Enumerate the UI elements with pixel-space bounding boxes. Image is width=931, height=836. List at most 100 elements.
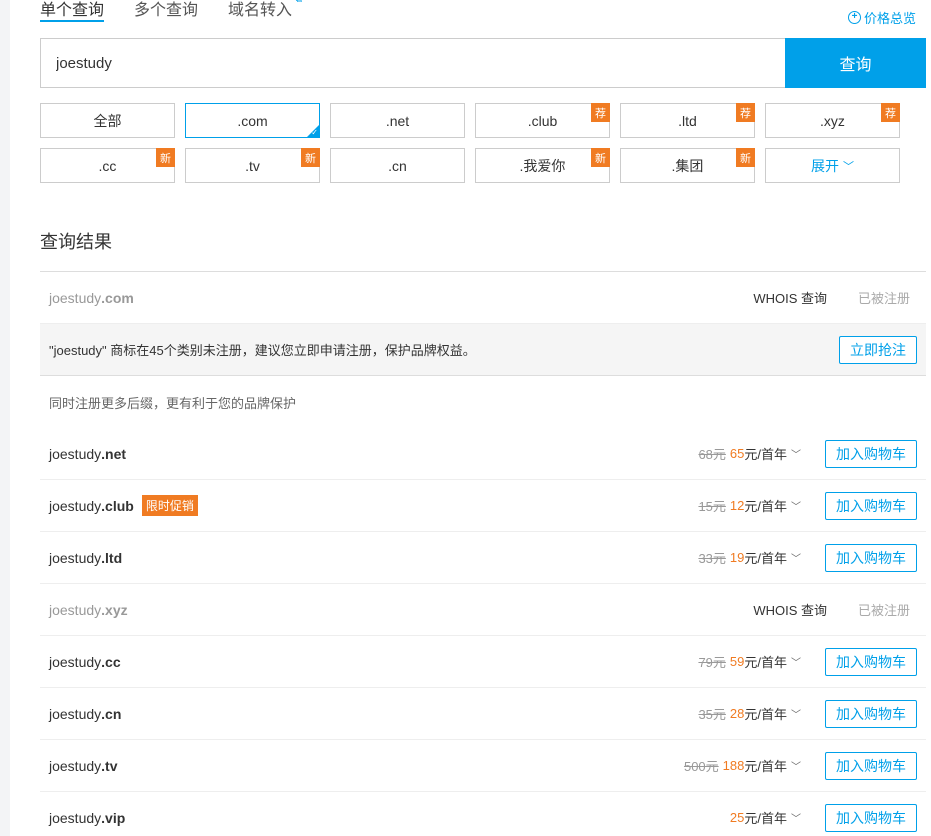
row-actions: 35元 28 元/首年 ﹀ 加入购物车 bbox=[698, 699, 917, 728]
suffix-option-com[interactable]: .com ✓ bbox=[185, 103, 320, 138]
suffix-option-all[interactable]: 全部 bbox=[40, 103, 175, 138]
domain-name: joestudy.net bbox=[49, 446, 126, 462]
whois-link[interactable]: WHOIS 查询 bbox=[753, 600, 827, 619]
suffix-option-expand[interactable]: 展开 ﹀ bbox=[765, 148, 900, 183]
domain-result-row: joestudy.tv 500元 188 元/首年 ﹀ 加入购物车 bbox=[40, 740, 926, 792]
domain-result-row: joestudy.club 限时促销 15元 12 元/首年 ﹀ 加入购物车 bbox=[40, 480, 926, 532]
chevron-down-icon: ﹀ bbox=[791, 502, 801, 513]
chevron-down-icon: ﹀ bbox=[791, 814, 801, 825]
domain-suffix: .ltd bbox=[101, 549, 123, 566]
search-bar: 查询 bbox=[40, 38, 926, 88]
status-registered: 已被注册 bbox=[857, 291, 910, 306]
suffix-option-cn[interactable]: .cn bbox=[330, 148, 465, 183]
add-to-cart-button[interactable]: 加入购物车 bbox=[825, 439, 917, 468]
tab-single-query[interactable]: 单个查询 bbox=[40, 0, 105, 22]
domain-result-row: joestudy.vip 25 元/首年 ﹀ 加入购物车 bbox=[40, 792, 926, 836]
suffix-option-集团[interactable]: .集团 新 bbox=[620, 148, 755, 183]
domain-search-input[interactable] bbox=[40, 38, 785, 88]
add-to-cart-button[interactable]: 加入购物车 bbox=[825, 803, 917, 832]
tab-domain-transfer[interactable]: 域名转入⧉ bbox=[228, 0, 302, 22]
suffix-option-club[interactable]: .club 荐 bbox=[475, 103, 610, 138]
price-selector[interactable]: 500元 188 元/首年 ﹀ bbox=[684, 756, 801, 775]
domain-name: joestudy.ltd bbox=[49, 550, 122, 566]
suffix-badge: 新 bbox=[156, 148, 175, 167]
domain-name: joestudy.com bbox=[49, 290, 134, 306]
suffix-filter-grid: 全部 .com ✓ .net .club 荐 .ltd 荐 .xyz 荐 .cc 新 .tv 新 .cn.… bbox=[40, 103, 910, 193]
original-price: 68元 bbox=[698, 447, 726, 462]
left-sidebar-strip bbox=[0, 0, 10, 836]
add-to-cart-button[interactable]: 加入购物车 bbox=[825, 491, 917, 520]
primary-result-row: joestudy.com WHOIS 查询 已被注册 bbox=[40, 272, 926, 324]
register-trademark-button[interactable]: 立即抢注 bbox=[839, 335, 917, 364]
price-selector[interactable]: 25 元/首年 ﹀ bbox=[730, 808, 801, 827]
domain-result-row: joestudy.net 68元 65 元/首年 ﹀ 加入购物车 bbox=[40, 428, 926, 480]
domain-base: joestudy bbox=[49, 497, 102, 514]
domain-suffix: .cc bbox=[101, 653, 121, 670]
promo-badge: 限时促销 bbox=[141, 495, 198, 516]
original-price: 15元 bbox=[698, 499, 726, 514]
add-to-cart-button[interactable]: 加入购物车 bbox=[825, 699, 917, 728]
domain-suffix: .xyz bbox=[101, 601, 128, 618]
tab-label: 单个查询 bbox=[40, 2, 105, 19]
more-suffix-hint: 同时注册更多后缀，更有利于您的品牌保护 bbox=[49, 395, 297, 411]
tab-label: 多个查询 bbox=[134, 2, 199, 19]
suffix-badge: 荐 bbox=[591, 103, 610, 122]
chevron-down-icon: ﹀ bbox=[791, 762, 801, 773]
suffix-label: .tv bbox=[245, 157, 260, 174]
price-unit: 元/首年 bbox=[744, 655, 787, 670]
suffix-option-tv[interactable]: .tv 新 bbox=[185, 148, 320, 183]
suffix-option-xyz[interactable]: .xyz 荐 bbox=[765, 103, 900, 138]
domain-name: joestudy.club bbox=[49, 498, 134, 514]
suffix-badge: 新 bbox=[736, 148, 755, 167]
whois-link[interactable]: WHOIS 查询 bbox=[753, 288, 827, 307]
domain-base: joestudy bbox=[49, 601, 102, 618]
price-selector[interactable]: 15元 12 元/首年 ﹀ bbox=[698, 496, 801, 515]
domain-suffix: .tv bbox=[101, 757, 118, 774]
add-to-cart-button[interactable]: 加入购物车 bbox=[825, 647, 917, 676]
domain-name: joestudy.cc bbox=[49, 654, 121, 670]
price-unit: 元/首年 bbox=[744, 707, 787, 722]
results-list: joestudy.com WHOIS 查询 已被注册 "joestudy" 商标… bbox=[40, 271, 926, 836]
price-selector[interactable]: 79元 59 元/首年 ﹀ bbox=[698, 652, 801, 671]
suffix-label: .net bbox=[385, 112, 410, 129]
chevron-down-icon: ﹀ bbox=[843, 160, 854, 173]
chevron-down-icon: ﹀ bbox=[791, 658, 801, 669]
tab-label: 域名转入 bbox=[228, 2, 293, 19]
suffix-label: .我爱你 bbox=[519, 157, 566, 174]
price-selector[interactable]: 35元 28 元/首年 ﹀ bbox=[698, 704, 801, 723]
add-to-cart-button[interactable]: 加入购物车 bbox=[825, 751, 917, 780]
domain-result-row: joestudy.cn 35元 28 元/首年 ﹀ 加入购物车 bbox=[40, 688, 926, 740]
suffix-option-ltd[interactable]: .ltd 荐 bbox=[620, 103, 755, 138]
price-unit: 元/首年 bbox=[744, 447, 787, 462]
plus-circle-icon: + bbox=[847, 11, 861, 24]
domain-base: joestudy bbox=[49, 809, 102, 826]
suffix-badge: 荐 bbox=[881, 103, 900, 122]
suffix-option-我爱你[interactable]: .我爱你 新 bbox=[475, 148, 610, 183]
price-overview-label: 价格总览 bbox=[863, 11, 916, 26]
current-price: 12 bbox=[729, 498, 745, 513]
row-actions: WHOIS 查询 已被注册 bbox=[753, 600, 917, 619]
domain-base: joestudy bbox=[49, 445, 102, 462]
search-button[interactable]: 查询 bbox=[785, 38, 926, 88]
domain-suffix: .club bbox=[101, 497, 134, 514]
price-overview-link[interactable]: + 价格总览 bbox=[847, 8, 916, 27]
suffix-label: .com bbox=[237, 112, 268, 129]
chevron-down-icon: ﹀ bbox=[791, 710, 801, 721]
domain-base: joestudy bbox=[49, 653, 102, 670]
domain-name: joestudy.vip bbox=[49, 810, 125, 826]
row-actions: 33元 19 元/首年 ﹀ 加入购物车 bbox=[698, 543, 917, 572]
price-unit: 元/首年 bbox=[744, 811, 787, 826]
current-price: 25 bbox=[729, 810, 745, 825]
suffix-option-net[interactable]: .net bbox=[330, 103, 465, 138]
price-selector[interactable]: 33元 19 元/首年 ﹀ bbox=[698, 548, 801, 567]
row-actions: 15元 12 元/首年 ﹀ 加入购物车 bbox=[698, 491, 917, 520]
suffix-row: .cc 新 .tv 新 .cn .我爱你 新 .集团 新 展开 ﹀ bbox=[40, 148, 910, 183]
suffix-option-cc[interactable]: .cc 新 bbox=[40, 148, 175, 183]
query-tabs: 单个查询 多个查询 域名转入⧉ bbox=[40, 0, 322, 22]
tab-multi-query[interactable]: 多个查询 bbox=[134, 0, 198, 22]
row-actions: 68元 65 元/首年 ﹀ 加入购物车 bbox=[698, 439, 917, 468]
price-selector[interactable]: 68元 65 元/首年 ﹀ bbox=[698, 444, 801, 463]
add-to-cart-button[interactable]: 加入购物车 bbox=[825, 543, 917, 572]
domain-suffix: .net bbox=[101, 445, 127, 462]
row-actions: 25 元/首年 ﹀ 加入购物车 bbox=[730, 803, 917, 832]
